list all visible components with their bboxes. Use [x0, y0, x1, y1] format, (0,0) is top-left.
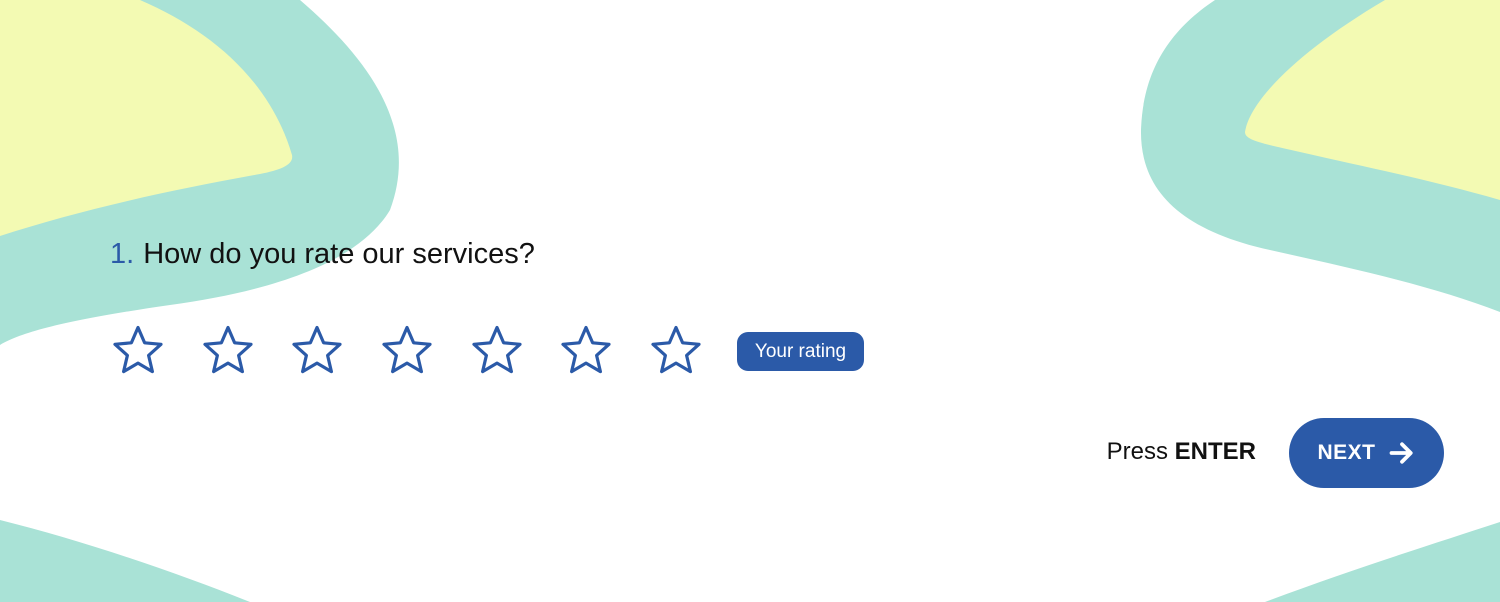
- star-7-button[interactable]: [646, 321, 706, 381]
- next-button-label: NEXT: [1317, 441, 1376, 464]
- star-icon: [561, 325, 612, 374]
- star-1-button[interactable]: [108, 321, 168, 381]
- star-icon: [113, 325, 163, 374]
- star-4-button[interactable]: [377, 321, 437, 381]
- next-button[interactable]: NEXT: [1289, 418, 1444, 488]
- background-decoration: [0, 0, 1500, 602]
- keyboard-hint: Press ENTER: [1107, 436, 1256, 468]
- question-text: How do you rate our services?: [143, 238, 535, 270]
- star-icon: [651, 325, 701, 374]
- question-title: 1. How do you rate our services?: [110, 234, 535, 274]
- star-2-button[interactable]: [198, 321, 258, 381]
- question-number: 1.: [110, 238, 135, 270]
- star-6-button[interactable]: [556, 321, 616, 381]
- background-blob-bottom-right: [1265, 522, 1500, 602]
- star-5-button[interactable]: [467, 321, 527, 381]
- background-blob-bottom-left: [0, 520, 250, 602]
- star-icon: [292, 325, 342, 374]
- hint-prefix: Press: [1106, 438, 1168, 465]
- star-rating: [108, 321, 736, 381]
- star-icon: [472, 325, 522, 374]
- hint-key: ENTER: [1174, 438, 1256, 465]
- star-icon: [382, 325, 432, 374]
- arrow-right-icon: [1389, 442, 1413, 464]
- rating-badge: Your rating: [737, 332, 864, 371]
- star-icon: [203, 325, 253, 374]
- star-3-button[interactable]: [287, 321, 347, 381]
